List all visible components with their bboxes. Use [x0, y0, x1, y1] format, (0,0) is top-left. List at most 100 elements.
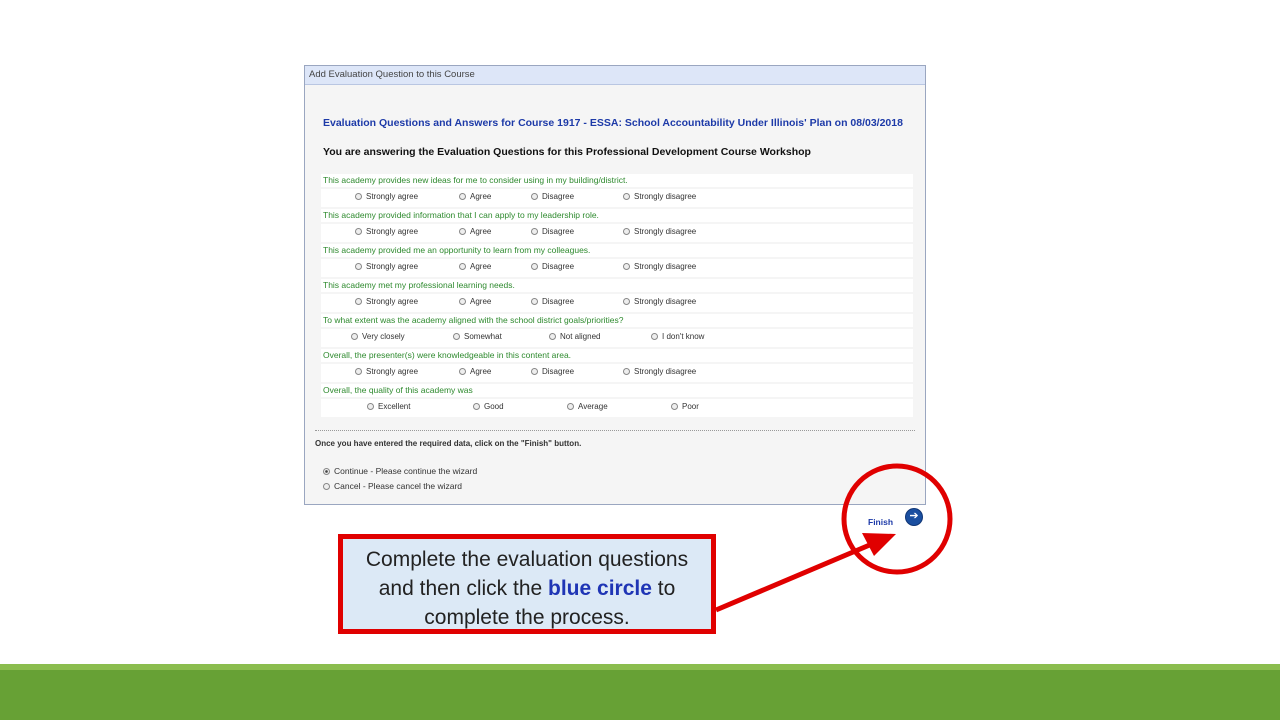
answer-label: Strongly agree: [366, 297, 419, 306]
cancel-option[interactable]: Cancel - Please cancel the wizard: [323, 481, 462, 491]
question-options: Very closely Somewhat Not aligned I don't k…: [321, 329, 913, 347]
callout-highlight: blue circle: [548, 577, 652, 600]
answer-radio[interactable]: [651, 333, 658, 340]
evaluation-panel: Add Evaluation Question to this Course E…: [304, 65, 926, 505]
answer-radio[interactable]: [473, 403, 480, 410]
answer-radio[interactable]: [623, 298, 630, 305]
answer-radio[interactable]: [531, 228, 538, 235]
answer-label: Somewhat: [464, 332, 502, 341]
cancel-radio[interactable]: [323, 482, 330, 490]
question-options: Strongly agree Agree Disagree Strongly disa…: [321, 224, 913, 242]
answer-option[interactable]: Agree: [459, 367, 491, 376]
callout-line2: and then click the blue circle to: [343, 574, 711, 603]
answer-option[interactable]: Disagree: [531, 297, 574, 306]
answer-label: Strongly agree: [366, 192, 419, 201]
answer-radio[interactable]: [459, 228, 466, 235]
answer-option[interactable]: Excellent: [367, 402, 410, 411]
answer-label: Disagree: [542, 227, 575, 236]
continue-radio[interactable]: [323, 467, 330, 475]
answer-radio[interactable]: [531, 368, 538, 375]
answer-radio[interactable]: [459, 298, 466, 305]
answer-option[interactable]: Somewhat: [453, 332, 502, 341]
answer-label: Strongly agree: [366, 227, 419, 236]
answer-radio[interactable]: [453, 333, 460, 340]
answer-option[interactable]: Disagree: [531, 192, 574, 201]
answer-label: Very closely: [362, 332, 405, 341]
answer-radio[interactable]: [531, 193, 538, 200]
answer-radio[interactable]: [531, 263, 538, 270]
question-text: Overall, the quality of this academy was: [321, 384, 913, 397]
question-text: This academy provided information that I…: [321, 209, 913, 222]
answer-option[interactable]: Strongly agree: [355, 192, 418, 201]
answer-option[interactable]: Agree: [459, 192, 491, 201]
answer-label: Excellent: [378, 402, 411, 411]
continue-option[interactable]: Continue - Please continue the wizard: [323, 466, 477, 476]
answer-radio[interactable]: [355, 298, 362, 305]
answer-option[interactable]: Strongly disagree: [623, 297, 696, 306]
answer-option[interactable]: Disagree: [531, 262, 574, 271]
question-options: Strongly agree Agree Disagree Strongly disa…: [321, 364, 913, 382]
answer-label: Agree: [470, 192, 492, 201]
answer-option[interactable]: Strongly disagree: [623, 262, 696, 271]
answer-option[interactable]: Strongly disagree: [623, 227, 696, 236]
question-options: Strongly agree Agree Disagree Strongly disa…: [321, 259, 913, 277]
answer-option[interactable]: Strongly agree: [355, 227, 418, 236]
callout-line1: Complete the evaluation questions: [365, 548, 689, 571]
answer-option[interactable]: Very closely: [351, 332, 405, 341]
answer-option[interactable]: Poor: [671, 402, 699, 411]
answer-label: Agree: [470, 367, 492, 376]
answer-radio[interactable]: [623, 193, 630, 200]
answer-label: Strongly disagree: [634, 262, 697, 271]
answer-option[interactable]: Average: [567, 402, 608, 411]
finish-arrow-icon[interactable]: ➔: [905, 508, 924, 526]
continue-label: Continue - Please continue the wizard: [334, 466, 478, 476]
answer-radio[interactable]: [567, 403, 574, 410]
answer-label: Disagree: [542, 262, 575, 271]
answer-radio[interactable]: [623, 368, 630, 375]
finish-label[interactable]: Finish: [868, 517, 893, 527]
question-options: Strongly agree Agree Disagree Strongly disa…: [321, 189, 913, 207]
answer-label: Disagree: [542, 367, 575, 376]
answer-radio[interactable]: [671, 403, 678, 410]
instructions-heading: You are answering the Evaluation Questio…: [323, 146, 811, 158]
answer-radio[interactable]: [459, 193, 466, 200]
answer-option[interactable]: Disagree: [531, 227, 574, 236]
answer-radio[interactable]: [623, 228, 630, 235]
answer-radio[interactable]: [355, 263, 362, 270]
callout-line3: complete the process.: [424, 606, 630, 629]
answer-option[interactable]: I don't know: [651, 332, 704, 341]
answer-radio[interactable]: [351, 333, 358, 340]
answer-option[interactable]: Strongly disagree: [623, 367, 696, 376]
answer-label: Strongly agree: [366, 262, 419, 271]
answer-option[interactable]: Good: [473, 402, 504, 411]
answer-option[interactable]: Agree: [459, 262, 491, 271]
callout-line2-before: and then click the: [378, 577, 549, 600]
answer-label: Strongly disagree: [634, 227, 697, 236]
questions-list: This academy provides new ideas for me t…: [321, 174, 913, 419]
answer-label: Agree: [470, 262, 492, 271]
answer-radio[interactable]: [355, 193, 362, 200]
answer-radio[interactable]: [355, 368, 362, 375]
question-text: To what extent was the academy aligned w…: [321, 314, 913, 327]
footer-bar-accent: [0, 664, 1280, 670]
answer-option[interactable]: Strongly agree: [355, 297, 418, 306]
answer-option[interactable]: Strongly disagree: [623, 192, 696, 201]
answer-label: Not aligned: [560, 332, 601, 341]
answer-radio[interactable]: [459, 368, 466, 375]
answer-label: Good: [484, 402, 504, 411]
answer-radio[interactable]: [531, 298, 538, 305]
answer-radio[interactable]: [549, 333, 556, 340]
answer-option[interactable]: Agree: [459, 297, 491, 306]
answer-radio[interactable]: [459, 263, 466, 270]
answer-option[interactable]: Disagree: [531, 367, 574, 376]
answer-radio[interactable]: [367, 403, 374, 410]
answer-radio[interactable]: [355, 228, 362, 235]
finish-note: Once you have entered the required data,…: [315, 439, 582, 448]
callout-line2-after: to: [651, 577, 676, 600]
answer-option[interactable]: Not aligned: [549, 332, 600, 341]
answer-option[interactable]: Strongly agree: [355, 262, 418, 271]
answer-radio[interactable]: [623, 263, 630, 270]
answer-option[interactable]: Agree: [459, 227, 491, 236]
answer-option[interactable]: Strongly agree: [355, 367, 418, 376]
question-text: This academy provides new ideas for me t…: [321, 174, 913, 187]
